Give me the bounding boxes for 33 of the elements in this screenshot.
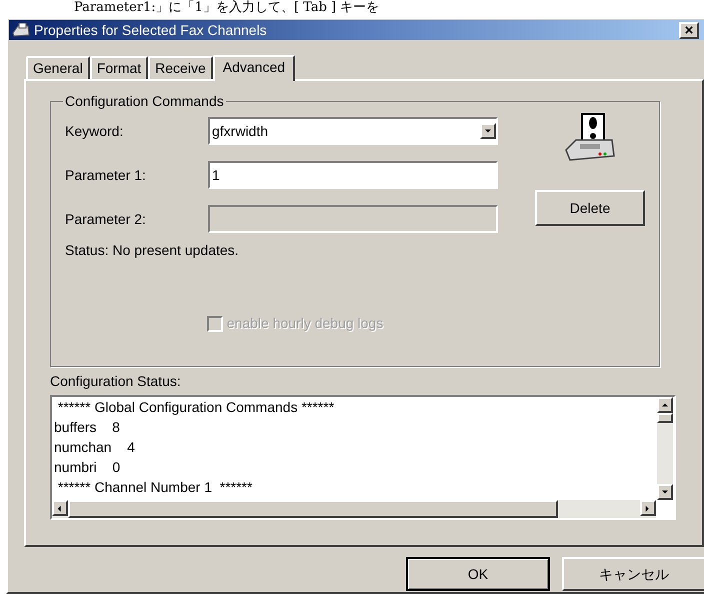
scroll-down-icon[interactable] <box>657 484 673 500</box>
vertical-scrollbar[interactable] <box>657 397 673 500</box>
log-line: buffers 8 <box>53 418 121 437</box>
dialog-button[interactable]: キャンセル <box>562 557 704 591</box>
dropdown-value: gfxrwidth <box>211 122 270 141</box>
scroll-up-icon[interactable] <box>657 397 673 413</box>
status-label: Configuration Status: <box>50 372 182 391</box>
parameter-label: Parameter 2: <box>65 210 147 228</box>
tab[interactable]: Receive <box>148 56 213 79</box>
log-line: numbri 0 <box>53 458 122 477</box>
dialog-button[interactable]: OK <box>406 557 550 591</box>
scroll-thumb[interactable] <box>657 413 673 423</box>
tab[interactable]: Format <box>90 56 148 79</box>
fax-icon <box>12 23 30 37</box>
tab[interactable]: Advanced <box>212 55 296 81</box>
window-title: Properties for Selected Fax Channels <box>34 20 267 40</box>
keyword-dropdown[interactable]: gfxrwidth <box>208 117 498 145</box>
log-line: ****** Channel Number 1 ****** <box>56 478 254 497</box>
parameter-field[interactable]: 1 <box>208 161 498 189</box>
delete-button[interactable]: Delete <box>535 190 645 226</box>
caption-text: Parameter1:」に「1」を入力して、[ Tab ] キーを <box>74 0 380 16</box>
scroll-thumb[interactable] <box>68 500 558 518</box>
scroll-right-icon[interactable] <box>640 500 656 516</box>
parameter-label: Parameter 1: <box>65 166 147 184</box>
log-line: ****** Global Configuration Commands ****** <box>56 398 336 417</box>
log-line: numchan 4 <box>53 438 136 457</box>
group-title: Configuration Commands <box>64 92 225 111</box>
scroll-left-icon[interactable] <box>52 500 68 516</box>
keyword-label: Keyword: <box>65 122 124 141</box>
tab[interactable]: General <box>26 56 90 79</box>
horizontal-scrollbar[interactable] <box>52 500 656 518</box>
close-button[interactable]: × <box>679 22 699 38</box>
status-text: Status: No present updates. <box>65 241 240 260</box>
